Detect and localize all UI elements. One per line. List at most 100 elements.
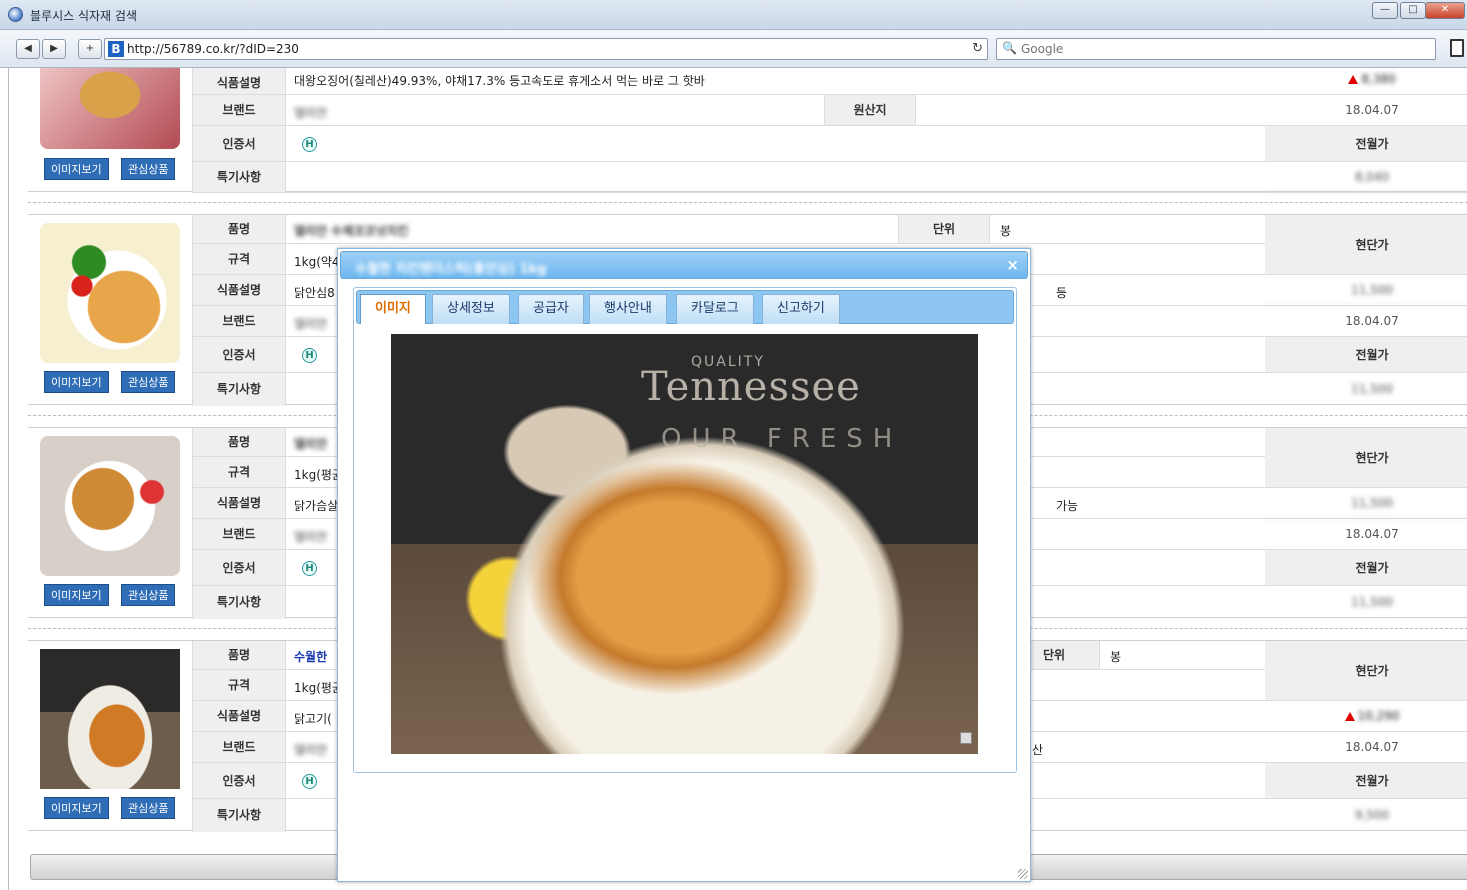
divider [28,202,1467,203]
reload-icon[interactable]: ↻ [972,41,983,56]
address-url[interactable]: http://56789.co.kr/?dID=230 [127,42,299,56]
address-bar[interactable]: B http://56789.co.kr/?dID=230 ↻ [104,38,988,60]
page-menu-icon[interactable] [1450,39,1464,57]
product-image-modal: 수월한 치킨텐더스틱(통안심) 1kg × 이미지 상세정보 공급자 행사안내 … [337,248,1031,882]
resize-grip-icon[interactable] [1018,869,1028,879]
photo-sign-main: Tennessee [641,364,861,410]
price-up-icon [1348,75,1359,84]
product-brand-tail: 산 [1032,743,1044,757]
haccp-cert-icon[interactable]: H [302,774,317,789]
close-window-button[interactable]: ✕ [1425,2,1465,19]
view-image-button[interactable]: 이미지보기 [44,158,109,180]
label-desc: 식품설명 [192,68,286,94]
label-name: 품명 [192,641,286,669]
prev-month-price: 9,500 [1354,808,1390,822]
product-spec: 1kg(약4 [294,255,340,269]
label-brand: 브랜드 [192,519,286,549]
tab-report[interactable]: 신고하기 [762,294,840,324]
modal-header[interactable]: 수월한 치킨텐더스틱(통안심) 1kg × [340,251,1028,279]
label-cert: 인증서 [192,337,286,372]
product-brand: 델리안 [294,317,328,331]
search-icon: 🔍 [1002,41,1017,55]
product-unit: 봉 [1000,224,1012,238]
photo-sign-sub: OUR FRESH [661,424,903,454]
new-tab-button[interactable]: + [78,39,102,59]
tab-catalog[interactable]: 카달로그 [676,294,754,324]
search-input[interactable] [1021,41,1421,57]
haccp-cert-icon[interactable]: H [302,561,317,576]
product-desc: 닭가슴살 [294,499,339,513]
haccp-cert-icon[interactable]: H [302,348,317,363]
product-name[interactable]: 수월한 [294,648,327,665]
view-image-button[interactable]: 이미지보기 [44,371,109,393]
prev-month-price: 8,040 [1265,162,1467,193]
product-unit: 봉 [1110,650,1122,664]
maximize-button[interactable]: □ [1400,2,1426,19]
label-cert: 인증서 [192,550,286,585]
label-brand: 브랜드 [192,95,286,125]
window-title: 블루시스 식자재 검색 [30,9,137,23]
current-price: 11,500 [1265,488,1467,519]
page-left-edge [8,68,9,890]
enlarge-icon[interactable] [960,732,972,744]
label-prev-month: 전월가 [1265,763,1467,799]
prev-month-price: 11,500 [1351,595,1393,609]
product-thumbnail[interactable] [40,68,180,149]
label-desc: 식품설명 [192,701,286,731]
favorite-button[interactable]: 관심상품 [121,797,176,819]
price-date: 18.04.07 [1265,519,1467,550]
favorite-button[interactable]: 관심상품 [121,584,176,606]
modal-close-button[interactable]: × [1006,256,1019,274]
product-spec: 1kg(평균 [294,468,343,482]
current-price: 8,380 [1265,68,1467,95]
product-desc: 닭고기( [294,712,332,726]
modal-tab-panel: 이미지 상세정보 공급자 행사안내 카달로그 신고하기 QUALITY Tenn… [353,287,1017,773]
label-brand: 브랜드 [192,306,286,336]
price-date: 18.04.07 [1265,306,1467,337]
product-thumbnail[interactable] [40,436,180,576]
search-bar[interactable]: 🔍 [996,38,1436,60]
label-spec: 규격 [192,670,286,700]
label-notes: 특기사항 [192,586,286,619]
browser-app-icon [8,7,23,22]
product-name[interactable]: 델리안 [294,435,327,452]
label-unit: 단위 [898,215,990,243]
label-name: 품명 [192,428,286,456]
back-button[interactable]: ◀ [16,39,40,59]
window-titlebar: 블루시스 식자재 검색 — □ ✕ [0,0,1467,30]
product-desc: 닭안심8 [294,286,335,300]
current-price: 11,500 [1265,275,1467,306]
tab-image[interactable]: 이미지 [360,294,426,324]
forward-button[interactable]: ▶ [42,39,66,59]
price-date: 18.04.07 [1265,732,1467,763]
tab-details[interactable]: 상세정보 [432,294,510,324]
label-cert: 인증서 [192,126,286,161]
label-notes: 특기사항 [192,373,286,406]
view-image-button[interactable]: 이미지보기 [44,584,109,606]
current-price: 10,290 [1265,701,1467,732]
favorite-button[interactable]: 관심상품 [121,158,176,180]
product-spec: 1kg(평균 [294,681,343,695]
label-desc: 식품설명 [192,488,286,518]
product-desc-tail: 등 [1056,286,1068,300]
product-name[interactable]: 델리안 수제코코넛치킨 [294,222,409,239]
product-thumbnail[interactable] [40,649,180,789]
favorite-button[interactable]: 관심상품 [121,371,176,393]
product-brand: 델리안 [294,743,328,757]
product-brand: 델리안 [294,530,328,544]
label-current-price: 현단가 [1265,428,1467,488]
tab-events[interactable]: 행사안내 [589,294,667,324]
modal-tabbar: 이미지 상세정보 공급자 행사안내 카달로그 신고하기 [356,290,1014,324]
label-spec: 규격 [192,457,286,487]
product-desc-tail: 가능 [1056,499,1079,513]
tab-supplier[interactable]: 공급자 [518,294,584,324]
label-prev-month: 전월가 [1265,126,1467,162]
product-brand: 델리안 [294,106,328,120]
minimize-button[interactable]: — [1372,2,1398,19]
product-thumbnail[interactable] [40,223,180,363]
haccp-cert-icon[interactable]: H [302,137,317,152]
price-up-icon [1344,712,1355,721]
label-desc: 식품설명 [192,275,286,305]
label-prev-month: 전월가 [1265,550,1467,586]
view-image-button[interactable]: 이미지보기 [44,797,109,819]
